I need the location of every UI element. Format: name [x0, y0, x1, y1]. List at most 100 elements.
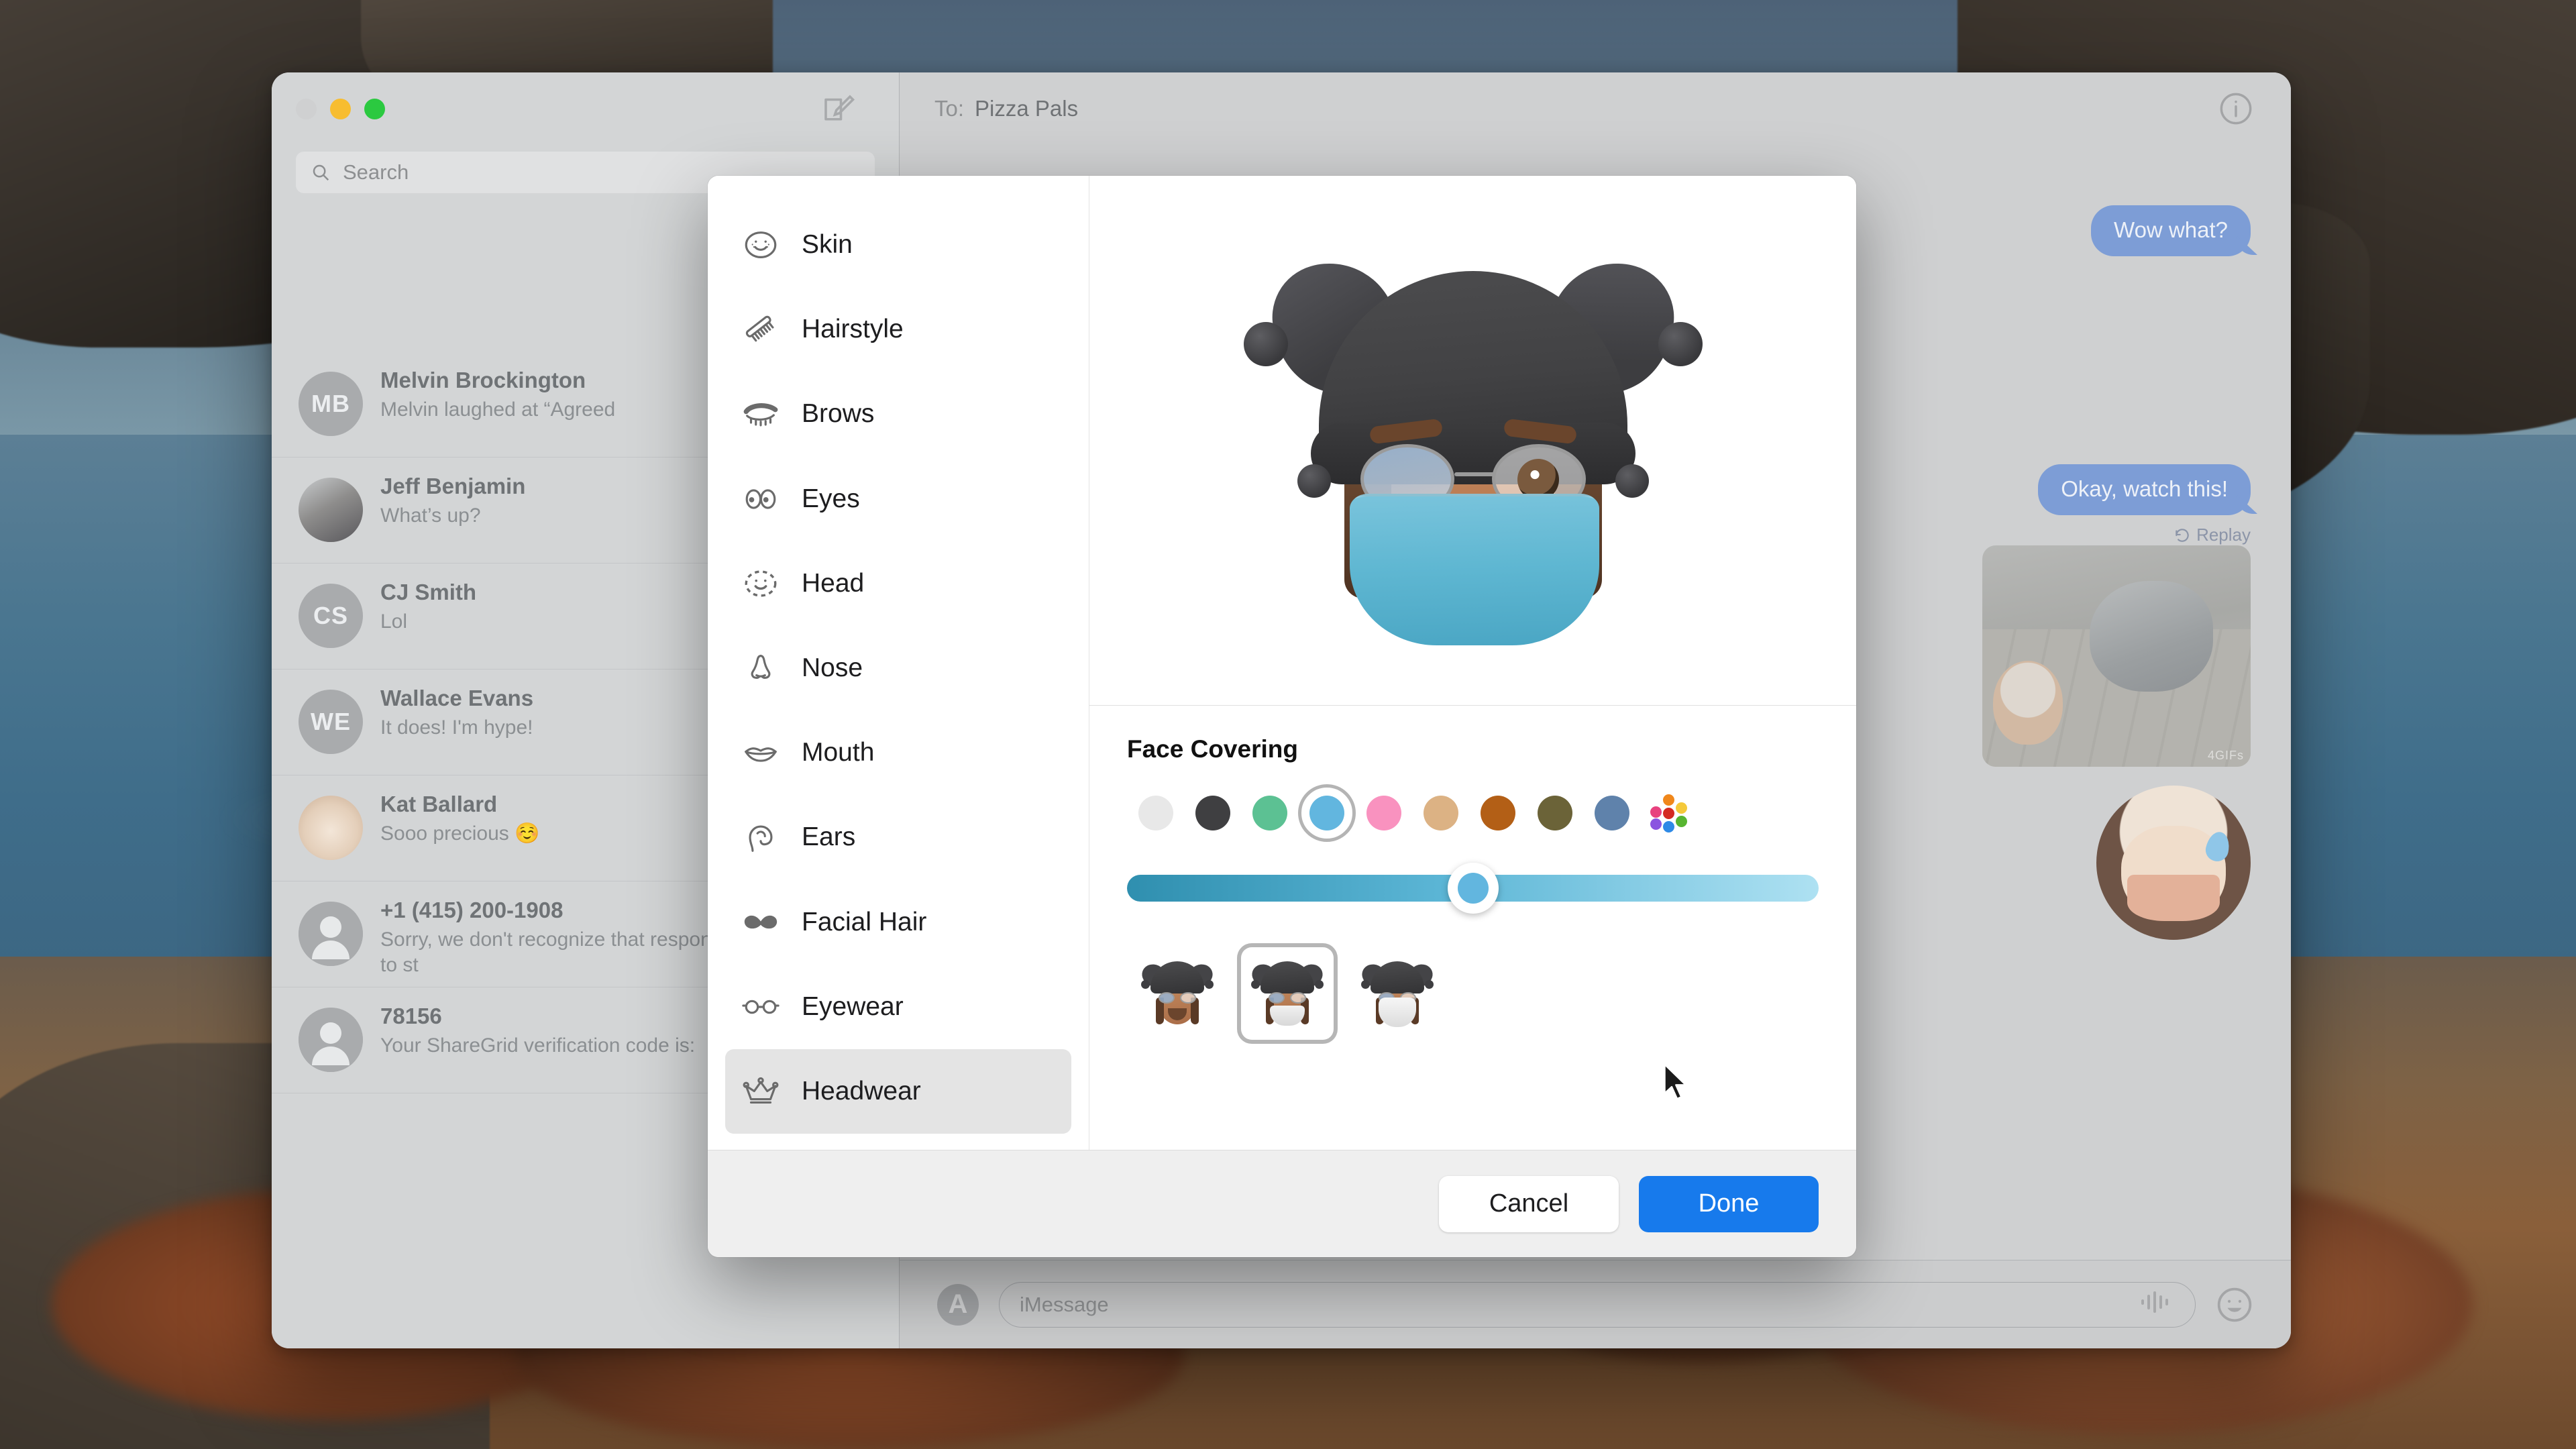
- color-swatch-white[interactable]: [1127, 796, 1184, 830]
- category-item-headwear[interactable]: Headwear: [725, 1049, 1071, 1134]
- multicolor-dots: [1650, 794, 1688, 833]
- hat-bell-lower-left: [1297, 464, 1331, 498]
- style-option-mask-full[interactable]: [1347, 943, 1448, 1044]
- category-item-ears[interactable]: Ears: [725, 795, 1071, 879]
- compose-icon[interactable]: [820, 91, 856, 127]
- gif-memoji-overlay: [1993, 660, 2063, 745]
- to-label: To:: [934, 96, 965, 121]
- swatch-dot: [1366, 796, 1401, 830]
- tint-slider-knob[interactable]: [1447, 863, 1499, 914]
- swatch-dot: [1252, 796, 1287, 830]
- category-item-nose[interactable]: Nose: [725, 626, 1071, 710]
- color-swatch-olive[interactable]: [1526, 796, 1583, 830]
- nose-icon: [740, 647, 782, 689]
- memoji-preview-area: [1089, 176, 1856, 706]
- avatar: [299, 478, 363, 542]
- person-icon: [299, 902, 363, 966]
- hat-bell-lower-right: [1615, 464, 1649, 498]
- category-label: Eyes: [802, 484, 860, 513]
- color-swatch-brown[interactable]: [1469, 796, 1526, 830]
- memoji-thumbnail: [1139, 956, 1216, 1031]
- category-item-head[interactable]: Head: [725, 541, 1071, 626]
- gif-attachment[interactable]: 4GIFs: [1982, 545, 2251, 767]
- conversation-header: To: Pizza Pals: [900, 72, 2291, 145]
- close-button[interactable]: [296, 98, 317, 119]
- category-list: Skin Hairstyle Brows Eyes Head Nose Mout…: [708, 176, 1089, 1150]
- color-swatch-pink[interactable]: [1355, 796, 1412, 830]
- color-swatch-tan[interactable]: [1412, 796, 1469, 830]
- audio-waveform-icon[interactable]: [2137, 1289, 2175, 1321]
- style-option-row: [1127, 943, 1819, 1044]
- swatch-dot: [1309, 796, 1344, 830]
- maximize-button[interactable]: [364, 98, 385, 119]
- category-label: Facial Hair: [802, 907, 927, 936]
- category-item-brows[interactable]: Brows: [725, 372, 1071, 456]
- imessage-input[interactable]: iMessage: [999, 1281, 2196, 1328]
- category-item-eyes[interactable]: Eyes: [725, 457, 1071, 541]
- color-swatch-row: [1127, 794, 1819, 833]
- category-item-hairstyle[interactable]: Hairstyle: [725, 287, 1071, 372]
- color-swatch-blue[interactable]: [1298, 796, 1355, 830]
- app-store-icon[interactable]: A: [937, 1283, 979, 1326]
- category-label: Nose: [802, 653, 863, 683]
- compose-bar: A iMessage: [900, 1260, 2291, 1348]
- category-item-facial-hair[interactable]: Facial Hair: [725, 880, 1071, 965]
- gif-kitten: [2090, 580, 2213, 692]
- minimize-button[interactable]: [330, 98, 351, 119]
- avatar: [299, 1008, 363, 1072]
- category-label: Hairstyle: [802, 315, 904, 344]
- search-icon: [313, 164, 329, 181]
- section-title: Face Covering: [1127, 735, 1298, 763]
- ear-icon: [740, 816, 782, 858]
- memoji-thumbnail: [1359, 956, 1436, 1031]
- recipient-name[interactable]: Pizza Pals: [975, 96, 1078, 121]
- multicolor-picker[interactable]: [1640, 794, 1697, 833]
- category-label: Skin: [802, 230, 853, 260]
- window-controls: [296, 98, 385, 119]
- tint-knob-fill: [1457, 873, 1489, 904]
- search-placeholder: Search: [343, 160, 409, 184]
- imessage-placeholder: iMessage: [1020, 1292, 1109, 1316]
- category-item-skin[interactable]: Skin: [725, 203, 1071, 287]
- skin-icon: [740, 224, 782, 266]
- swatch-dot: [1480, 796, 1515, 830]
- smiley-icon[interactable]: [2216, 1286, 2253, 1324]
- replay-label: Replay: [2196, 525, 2251, 545]
- done-button[interactable]: Done: [1639, 1175, 1819, 1232]
- memoji-face-mask: [1349, 493, 1599, 645]
- category-item-mouth[interactable]: Mouth: [725, 710, 1071, 795]
- color-swatch-black[interactable]: [1184, 796, 1241, 830]
- category-label: Mouth: [802, 738, 875, 767]
- eyes-icon: [740, 478, 782, 520]
- swatch-dot: [1537, 796, 1572, 830]
- swatch-dot: [1594, 796, 1629, 830]
- mouth-icon: [740, 732, 782, 773]
- info-icon[interactable]: [2218, 91, 2253, 126]
- style-option-mask-below-nose[interactable]: [1237, 943, 1338, 1044]
- mouse-cursor: [1662, 1063, 1690, 1101]
- sticker-mask: [2127, 875, 2220, 922]
- style-option-no-covering[interactable]: [1127, 943, 1228, 1044]
- color-swatch-green[interactable]: [1241, 796, 1298, 830]
- avatar: [299, 796, 363, 860]
- avatar: CS: [299, 584, 363, 648]
- avatar: MB: [299, 372, 363, 436]
- mustache-icon: [740, 902, 782, 943]
- sidebar-toolbar: [272, 72, 899, 145]
- message-bubble: Wow what?: [2091, 205, 2251, 256]
- cancel-button[interactable]: Cancel: [1439, 1175, 1619, 1232]
- memoji-sticker-attachment[interactable]: [2096, 786, 2251, 940]
- person-icon: [299, 1008, 363, 1072]
- head-icon: [740, 563, 782, 604]
- hat-bell-right: [1658, 321, 1703, 366]
- message-bubble: Okay, watch this!: [2038, 464, 2251, 515]
- category-label: Head: [802, 568, 865, 598]
- category-label: Eyewear: [802, 991, 904, 1021]
- tint-slider[interactable]: [1127, 863, 1819, 914]
- brow-icon: [740, 393, 782, 435]
- color-swatch-steel-blue[interactable]: [1583, 796, 1640, 830]
- swatch-dot: [1423, 796, 1458, 830]
- category-item-eyewear[interactable]: Eyewear: [725, 965, 1071, 1049]
- memoji-preview: [1238, 209, 1708, 672]
- editor-panel: Face Covering: [1089, 176, 1856, 1150]
